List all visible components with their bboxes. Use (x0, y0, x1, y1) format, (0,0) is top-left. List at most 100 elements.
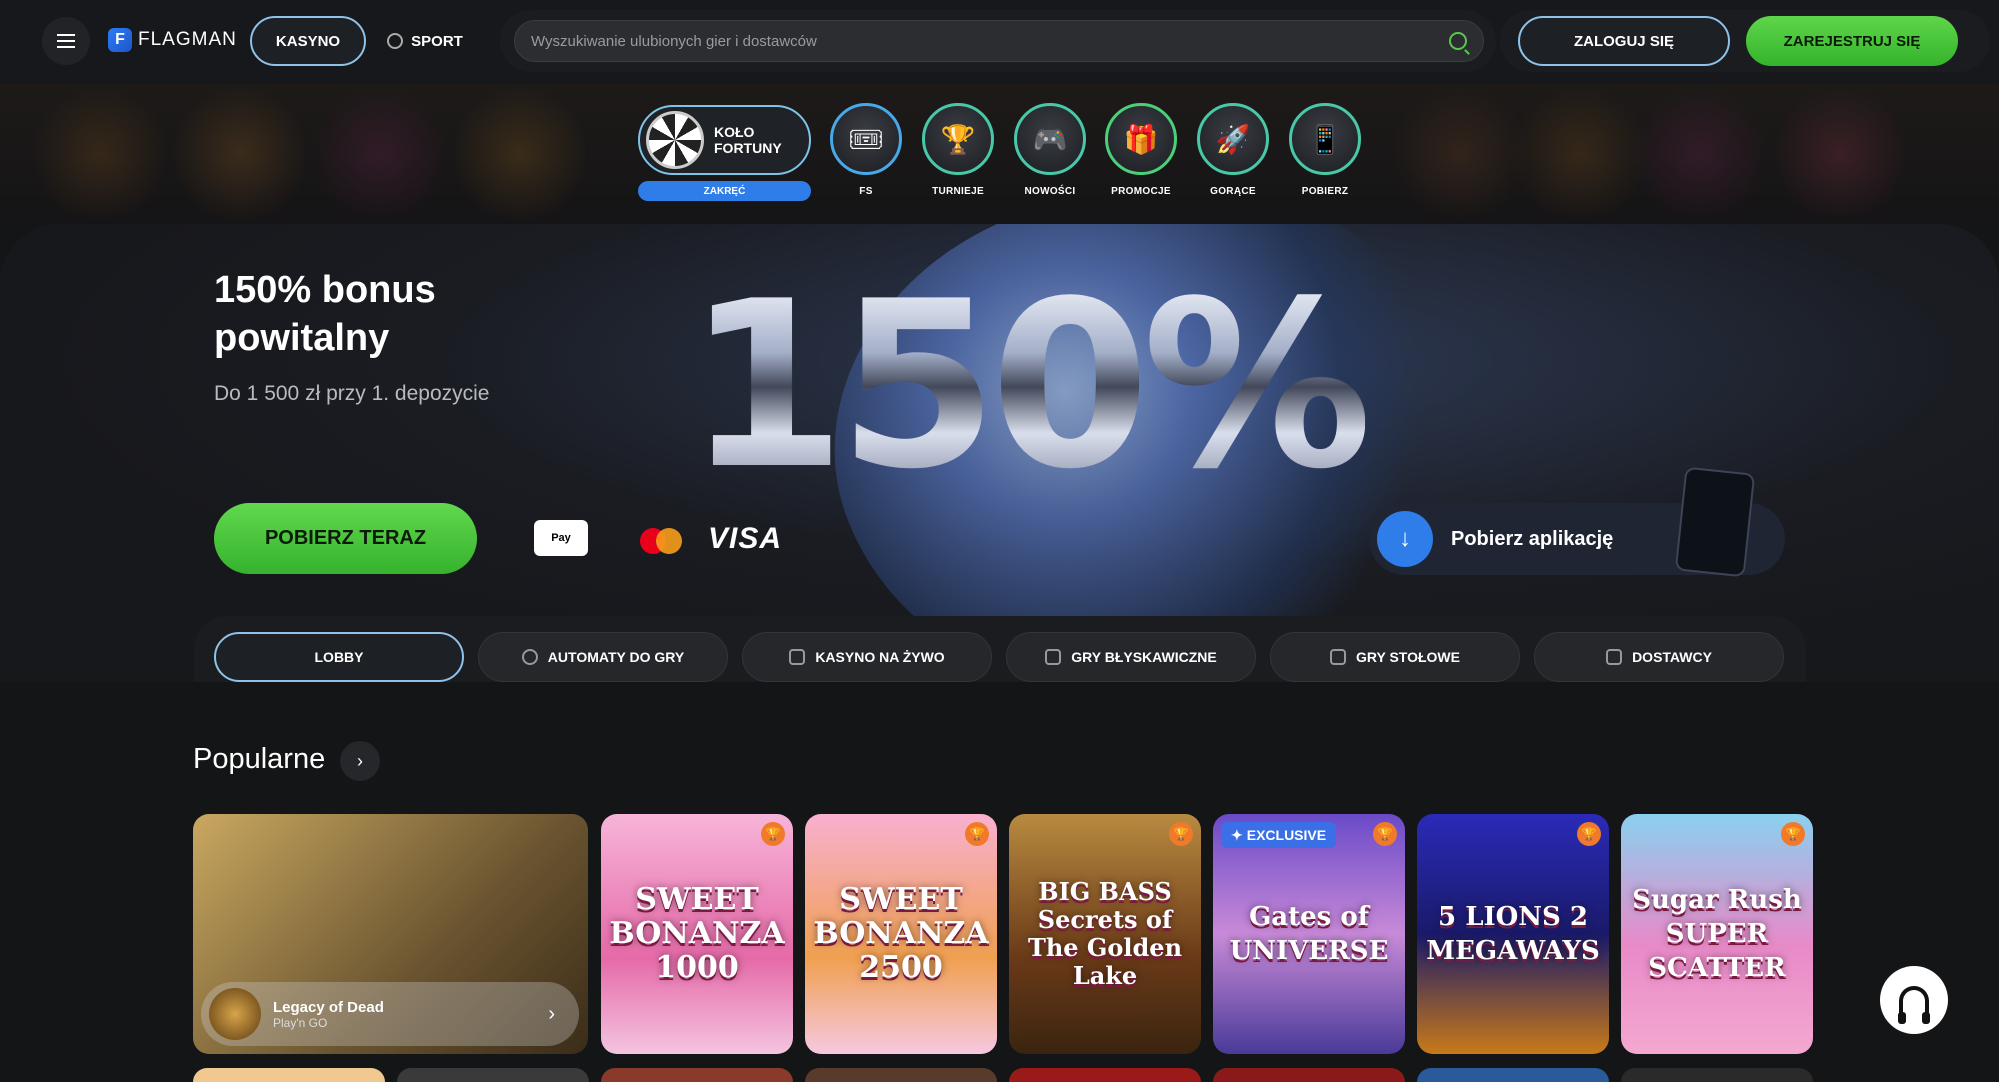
grid-icon (1606, 649, 1623, 665)
search-input[interactable] (531, 32, 1449, 50)
trophy-icon: 🏆 (1781, 822, 1805, 846)
tab-slots[interactable]: AUTOMATY DO GRY (478, 632, 728, 682)
cherries-icon (521, 649, 538, 665)
soccer-ball-icon (387, 33, 404, 49)
apple-pay-logo: Pay (534, 520, 588, 556)
quick-item-pobierz[interactable]: 📱 POBIERZ (1288, 103, 1362, 197)
game-card[interactable]: SWEET BONANZA 2500 🏆 (805, 814, 997, 1054)
game-card-peek (193, 1068, 385, 1082)
quick-label: FS (859, 186, 873, 197)
hero-big-number: 150% (686, 253, 1373, 520)
hero-title: 150% bonus powitalny (214, 269, 436, 359)
download-now-button[interactable]: POBIERZ TERAZ (214, 503, 477, 574)
tab-label: AUTOMATY DO GRY (547, 649, 685, 665)
tab-label: GRY BŁYSKAWICZNE (1071, 649, 1217, 665)
login-button[interactable]: ZALOGUJ SIĘ (1518, 16, 1730, 66)
live-icon (789, 649, 806, 665)
game-title: SWEET BONANZA 2500 (813, 882, 989, 985)
game-title: Sugar Rush SUPER SCATTER (1632, 885, 1802, 983)
phone-icon: 📱 (1289, 103, 1361, 175)
headset-icon (1898, 986, 1930, 1024)
visa-logo: VISA (708, 522, 783, 555)
quick-item-promocje[interactable]: 🎁 PROMOCJE (1104, 103, 1178, 197)
game-card-peek (397, 1068, 589, 1082)
game-card-peek (1417, 1068, 1609, 1082)
quickbar-background (0, 84, 1999, 224)
game-title: Gates of UNIVERSE (1229, 902, 1389, 966)
phone-image (1674, 466, 1756, 578)
wheel-of-fortune-card[interactable]: KOŁO FORTUNY (638, 105, 811, 175)
quick-label: NOWOŚCI (1024, 186, 1076, 197)
nav-sport[interactable]: SPORT (375, 16, 475, 66)
support-chat-button[interactable] (1880, 966, 1948, 1034)
section-title: Popularne (193, 743, 326, 775)
apple-pay-text: Pay (551, 532, 571, 544)
download-app-label: Pobierz aplikację (1451, 527, 1614, 550)
wheel-spin-button[interactable]: ZAKRĘĆ (638, 181, 811, 201)
mastercard-logo (640, 528, 682, 554)
game-card[interactable]: ✦ EXCLUSIVE Gates of UNIVERSE 🏆 (1213, 814, 1405, 1054)
featured-game-thumb (209, 988, 261, 1040)
tab-table-games[interactable]: GRY STOŁOWE (1270, 632, 1520, 682)
gift-icon: 🎁 (1105, 103, 1177, 175)
nav-sport-label: SPORT (411, 32, 463, 50)
quick-label: GORĄCE (1210, 186, 1256, 197)
featured-game-bar: Legacy of Dead Play'n GO › (201, 982, 579, 1046)
hamburger-icon (57, 34, 75, 48)
game-title: SWEET BONANZA 1000 (609, 882, 785, 985)
game-title: BIG BASS Secrets of The Golden Lake (1027, 877, 1183, 990)
hero-subtitle: Do 1 500 zł przy 1. depozycie (214, 382, 490, 405)
exclusive-badge: ✦ EXCLUSIVE (1221, 822, 1337, 848)
tab-live-casino[interactable]: KASYNO NA ŻYWO (742, 632, 992, 682)
game-card[interactable]: BIG BASS Secrets of The Golden Lake 🏆 (1009, 814, 1201, 1054)
game-card[interactable]: 5 LIONS 2 MEGAWAYS 🏆 (1417, 814, 1609, 1054)
quick-links-bar (0, 84, 1999, 224)
search-box (514, 20, 1484, 62)
logo-mark-icon: F (108, 28, 132, 52)
quick-item-nowosci[interactable]: 🎮 NOWOŚCI (1013, 103, 1087, 197)
game-card-peek (805, 1068, 997, 1082)
game-card-peek (1621, 1068, 1813, 1082)
dice-icon (1330, 649, 1346, 665)
ticket-icon: 🎟 (830, 103, 902, 175)
chevron-right-icon[interactable]: › (340, 741, 380, 781)
tab-label: GRY STOŁOWE (1356, 649, 1460, 665)
featured-game-provider: Play'n GO (273, 1015, 328, 1030)
trophy-icon: 🏆 (1373, 822, 1397, 846)
search-icon[interactable] (1449, 32, 1467, 50)
featured-game-name: Legacy of Dead (273, 998, 384, 1016)
chevron-right-icon: › (548, 1002, 555, 1025)
tab-label: DOSTAWCY (1632, 649, 1712, 665)
logo-text: FLAGMAN (138, 29, 237, 50)
download-icon: ↓ (1377, 511, 1433, 567)
register-button[interactable]: ZAREJESTRUJ SIĘ (1746, 16, 1958, 66)
nav-kasyno[interactable]: KASYNO (250, 16, 366, 66)
tab-lobby[interactable]: LOBBY (214, 632, 464, 682)
chart-icon (1045, 649, 1062, 665)
quick-label: TURNIEJE (932, 186, 984, 197)
trophy-icon: 🏆 (1577, 822, 1601, 846)
game-card-peek (1009, 1068, 1201, 1082)
game-card-featured[interactable]: Legacy of Dead Play'n GO › (193, 814, 588, 1054)
game-card-peek (601, 1068, 793, 1082)
trophy-icon: 🏆 (965, 822, 989, 846)
badge-label: EXCLUSIVE (1246, 827, 1327, 843)
wheel-icon (646, 111, 704, 169)
game-card[interactable]: SWEET BONANZA 1000 🏆 (601, 814, 793, 1054)
game-title: 5 LIONS 2 MEGAWAYS (1426, 902, 1600, 966)
quick-item-fs[interactable]: 🎟 FS (829, 103, 903, 197)
trophy-icon: 🏆 (1169, 822, 1193, 846)
game-card-peek (1213, 1068, 1405, 1082)
quick-item-gorace[interactable]: 🚀 GORĄCE (1196, 103, 1270, 197)
rocket-icon: 🚀 (1197, 103, 1269, 175)
menu-button[interactable] (42, 17, 90, 65)
hero-banner: 150% bonus powitalny Do 1 500 zł przy 1.… (0, 224, 1999, 682)
tab-label: KASYNO NA ŻYWO (815, 649, 945, 665)
quick-item-turnieje[interactable]: 🏆 TURNIEJE (921, 103, 995, 197)
gamepad-icon: 🎮 (1014, 103, 1086, 175)
tab-providers[interactable]: DOSTAWCY (1534, 632, 1784, 682)
game-card[interactable]: Sugar Rush SUPER SCATTER 🏆 (1621, 814, 1813, 1054)
tab-crash-games[interactable]: GRY BŁYSKAWICZNE (1006, 632, 1256, 682)
logo[interactable]: F FLAGMAN (108, 28, 237, 52)
tab-label: LOBBY (314, 649, 364, 665)
